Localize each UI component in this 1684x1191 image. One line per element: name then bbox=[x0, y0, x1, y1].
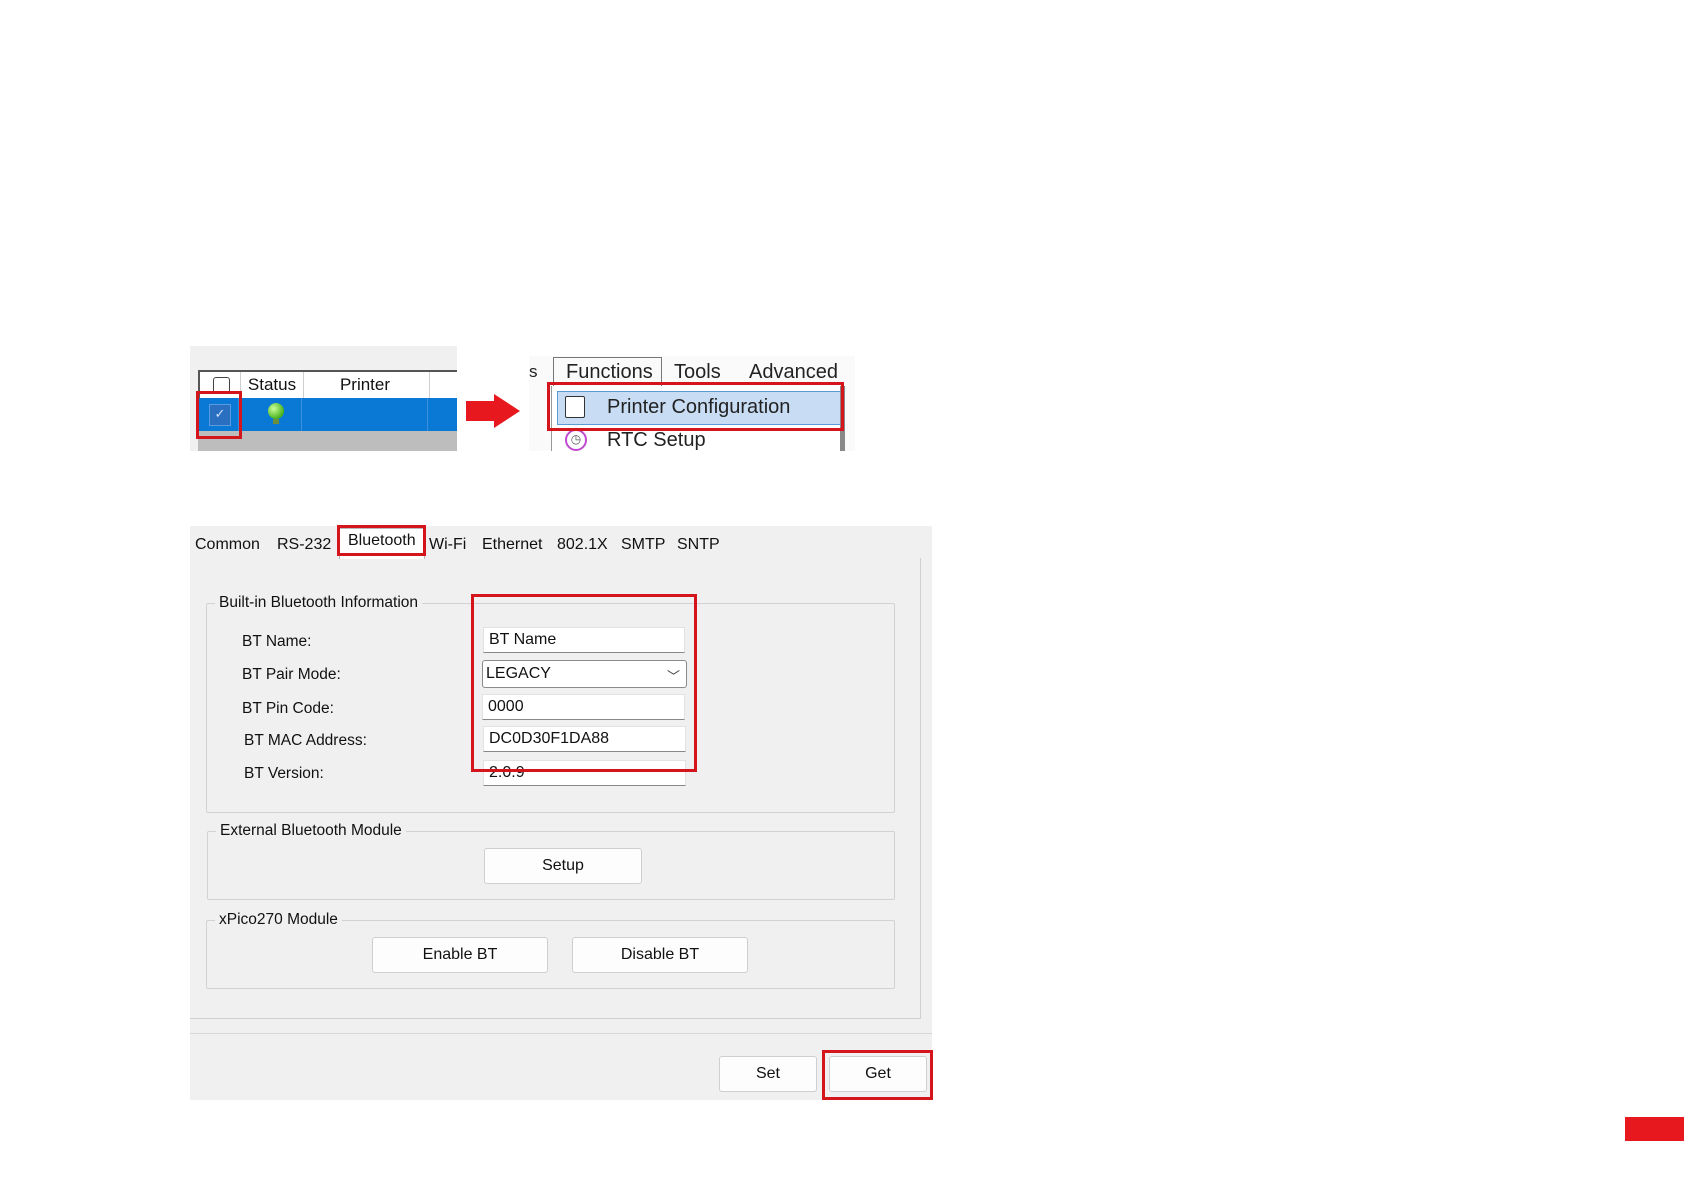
bt-name-label: BT Name: bbox=[242, 633, 312, 650]
menu-highlight-box bbox=[547, 382, 844, 431]
set-button[interactable]: Set bbox=[719, 1056, 817, 1092]
external-bluetooth-title: External Bluetooth Module bbox=[216, 821, 406, 841]
tab-common[interactable]: Common bbox=[195, 533, 260, 557]
tab-8021x[interactable]: 802.1X bbox=[557, 533, 608, 557]
page-corner-tab bbox=[1625, 1117, 1684, 1141]
xpico270-group: xPico270 Module Enable BT Disable BT bbox=[206, 910, 895, 989]
bluetooth-tab-highlight-box bbox=[337, 525, 426, 556]
arrow-right-icon bbox=[466, 401, 494, 421]
builtin-fields-highlight-box bbox=[471, 594, 697, 772]
tab-rs232[interactable]: RS-232 bbox=[277, 533, 331, 557]
tab-wifi[interactable]: Wi-Fi bbox=[429, 533, 466, 557]
column-printer[interactable]: Printer bbox=[310, 372, 420, 398]
setup-button[interactable]: Setup bbox=[484, 848, 642, 884]
bt-pair-mode-label: BT Pair Mode: bbox=[242, 666, 341, 683]
tab-smtp[interactable]: SMTP bbox=[621, 533, 665, 557]
builtin-bluetooth-title: Built-in Bluetooth Information bbox=[215, 593, 423, 613]
tab-ethernet[interactable]: Ethernet bbox=[482, 533, 542, 557]
xpico270-title: xPico270 Module bbox=[215, 910, 342, 930]
disable-bt-button[interactable]: Disable BT bbox=[572, 937, 748, 973]
enable-bt-button[interactable]: Enable BT bbox=[372, 937, 548, 973]
tab-sntp[interactable]: SNTP bbox=[677, 533, 720, 557]
get-button-highlight-box bbox=[822, 1050, 933, 1100]
external-bluetooth-group: External Bluetooth Module Setup bbox=[207, 821, 895, 900]
clock-icon: ◷ bbox=[565, 429, 587, 451]
menubar-fragment: s bbox=[529, 362, 538, 381]
status-bulb-icon bbox=[268, 403, 284, 419]
bt-pin-code-label: BT Pin Code: bbox=[242, 700, 334, 717]
bt-version-label: BT Version: bbox=[244, 765, 324, 782]
arrow-head-icon bbox=[494, 394, 520, 428]
column-status[interactable]: Status bbox=[244, 372, 300, 398]
checkbox-highlight-box bbox=[196, 391, 242, 439]
bt-mac-address-label: BT MAC Address: bbox=[244, 732, 367, 749]
